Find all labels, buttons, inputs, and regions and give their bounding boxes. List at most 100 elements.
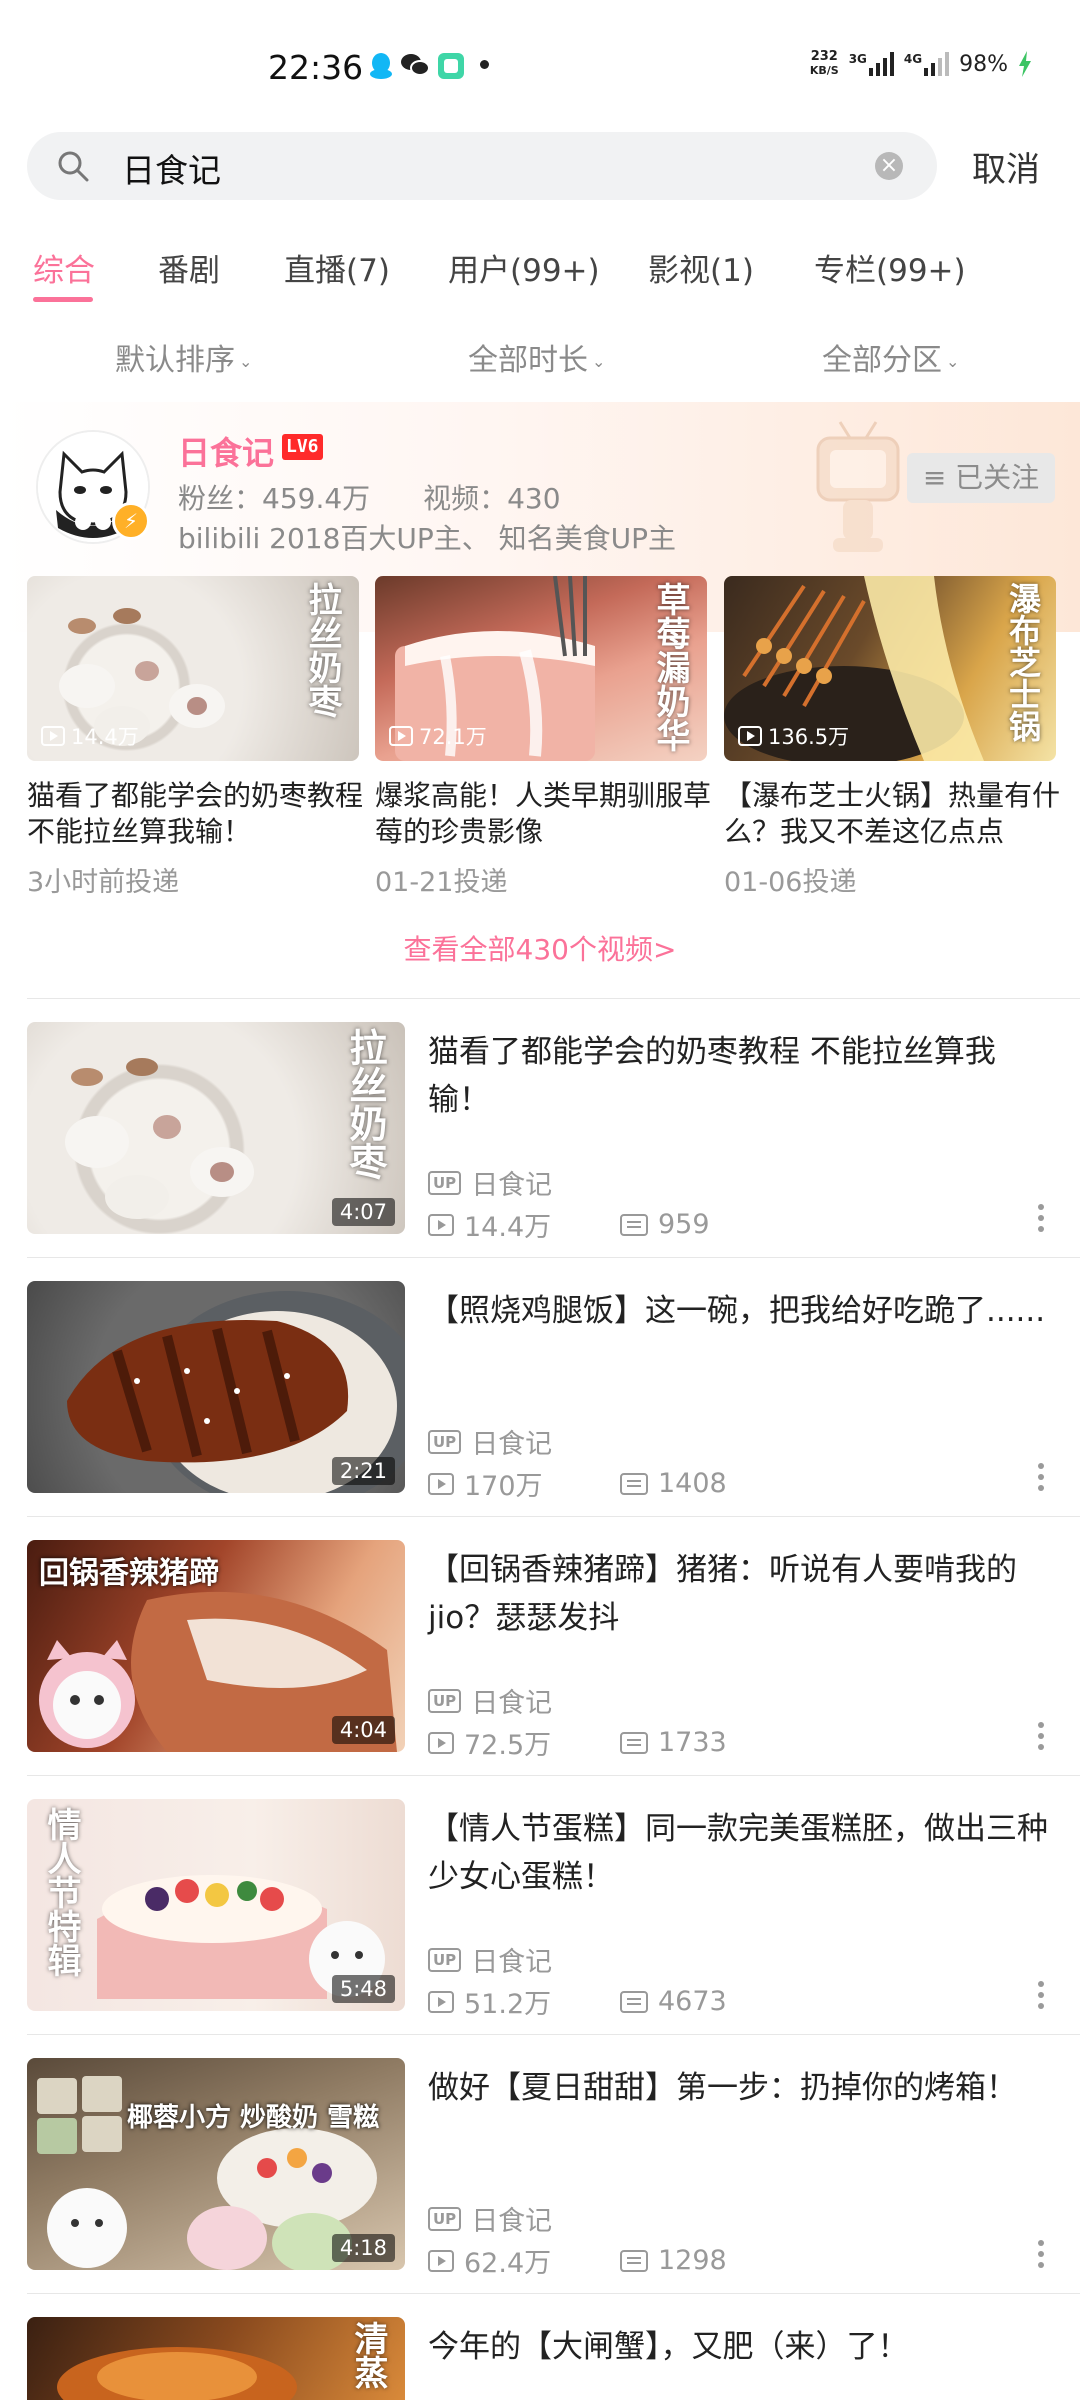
- divider: [27, 998, 1080, 999]
- app-notification-icon: [437, 52, 464, 79]
- play-count-icon: [428, 1213, 454, 1236]
- clear-search-icon[interactable]: ×: [875, 152, 903, 180]
- video-thumbnail[interactable]: 2:21: [27, 1281, 405, 1493]
- more-options-icon[interactable]: [1036, 1722, 1046, 1755]
- tab-users[interactable]: 用户(99+): [448, 245, 600, 290]
- more-options-icon[interactable]: [1036, 2240, 1046, 2273]
- video-title[interactable]: 今年的【大闸蟹】，又肥（来）了！: [428, 2323, 1048, 2371]
- video-duration: 4:07: [331, 1198, 395, 1226]
- danmaku-icon: [620, 1472, 648, 1495]
- video-thumbnail[interactable]: 拉丝奶枣 4:07: [27, 1022, 405, 1234]
- danmaku-icon: [620, 1213, 648, 1236]
- video-title[interactable]: 【回锅香辣猪蹄】猪猪：听说有人要啃我的jio？瑟瑟发抖: [428, 1546, 1048, 1642]
- more-options-icon[interactable]: [1036, 1204, 1046, 1237]
- battery-level: 98%: [959, 51, 1008, 77]
- video-thumbnail[interactable]: 回锅香辣猪蹄 4:04: [27, 1540, 405, 1752]
- video-stats: 51.2万 4673: [428, 1982, 727, 2021]
- up-badge-icon: UP: [428, 1170, 462, 1195]
- grid-video-time: 01-06投递: [724, 867, 857, 898]
- video-title[interactable]: 【情人节蛋糕】同一款完美蛋糕胚，做出三种少女心蛋糕！: [428, 1805, 1048, 1901]
- video-thumbnail[interactable]: 椰蓉小方 炒酸奶 雪糍 4:18: [27, 2058, 405, 2270]
- video-duration: 2:21: [331, 1457, 395, 1485]
- signal-1-icon: 3G: [849, 52, 894, 76]
- charging-icon: [1019, 51, 1031, 77]
- video-title[interactable]: 【照烧鸡腿饭】这一碗，把我给好吃跪了......: [428, 1287, 1048, 1335]
- grid-video-thumbnail[interactable]: 瀑布芝士锅 136.5万: [724, 576, 1056, 761]
- tab-articles[interactable]: 专栏(99+): [814, 245, 966, 290]
- grid-video-time: 01-21投递: [375, 867, 508, 898]
- search-box[interactable]: 日食记 ×: [27, 132, 937, 200]
- thumbnail-caption: 拉丝奶枣: [302, 582, 342, 718]
- up-badge-icon: UP: [428, 1947, 462, 1972]
- video-uploader[interactable]: UP 日食记: [428, 2199, 552, 2238]
- duration-filter[interactable]: 全部时长 ⌄: [468, 335, 605, 379]
- divider: [27, 1257, 1080, 1258]
- video-uploader[interactable]: UP 日食记: [428, 1681, 552, 1720]
- sort-filter[interactable]: 默认排序 ⌄: [115, 335, 252, 379]
- tv-mascot-icon: [816, 421, 900, 552]
- user-name[interactable]: 日食记: [178, 428, 274, 474]
- thumbnail-caption: 椰蓉小方 炒酸奶 雪糍: [127, 2103, 380, 2133]
- chevron-down-icon: ⌄: [239, 352, 253, 371]
- grid-video-title[interactable]: 爆浆高能！人类早期驯服草莓的珍贵影像: [375, 778, 715, 850]
- divider: [27, 2293, 1080, 2294]
- net-speed: 232 KB/S: [809, 49, 839, 78]
- play-count-icon: [428, 1990, 454, 2013]
- more-notifications-dot: [480, 60, 489, 69]
- more-options-icon[interactable]: [1036, 1981, 1046, 2014]
- video-duration: 4:04: [331, 1716, 395, 1744]
- search-input[interactable]: 日食记: [122, 144, 221, 192]
- video-stats: 62.4万 1298: [428, 2241, 727, 2280]
- tab-bangumi[interactable]: 番剧: [158, 245, 220, 290]
- more-options-icon[interactable]: [1036, 1463, 1046, 1496]
- grid-video-time: 3小时前投递: [27, 867, 180, 898]
- grid-video-views: 136.5万: [738, 721, 849, 751]
- up-badge-icon: UP: [428, 1429, 462, 1454]
- followed-button[interactable]: ≡ 已关注: [907, 453, 1055, 503]
- video-title[interactable]: 猫看了都能学会的奶枣教程 不能拉丝算我输！: [428, 1028, 1048, 1124]
- video-stats: 72.5万 1733: [428, 1723, 727, 1762]
- up-badge-icon: UP: [428, 2206, 462, 2231]
- divider: [27, 1775, 1080, 1776]
- video-uploader[interactable]: UP 日食记: [428, 1422, 552, 1461]
- wechat-icon: [400, 52, 430, 78]
- grid-video-title[interactable]: 猫看了都能学会的奶枣教程不能拉丝算我输！: [27, 778, 367, 850]
- thumbnail-caption: 拉丝奶枣: [343, 1028, 388, 1180]
- grid-video-thumbnail[interactable]: 拉丝奶枣 14.4万: [27, 576, 359, 761]
- view-all-videos-link[interactable]: 查看全部430个视频>: [0, 928, 1080, 968]
- tab-film[interactable]: 影视(1): [648, 245, 754, 290]
- play-count-icon: [428, 1731, 454, 1754]
- play-icon: [738, 726, 762, 746]
- video-stats: 14.4万 959: [428, 1205, 710, 1244]
- grid-video-thumbnail[interactable]: 草莓漏奶华 72.1万: [375, 576, 707, 761]
- video-title[interactable]: 做好【夏日甜甜】第一步：扔掉你的烤箱！: [428, 2064, 1048, 2112]
- play-count-icon: [428, 1472, 454, 1495]
- status-time: 22:36: [268, 48, 364, 87]
- play-icon: [389, 726, 413, 746]
- video-uploader[interactable]: UP 日食记: [428, 1163, 552, 1202]
- result-tabs: 综合 番剧 直播(7) 用户(99+) 影视(1) 专栏(99+): [0, 235, 1080, 305]
- category-filter[interactable]: 全部分区 ⌄: [822, 335, 959, 379]
- danmaku-icon: [620, 1731, 648, 1754]
- video-stats: 170万 1408: [428, 1464, 727, 1503]
- thumbnail-caption: 瀑布芝士锅: [1004, 582, 1042, 742]
- chevron-down-icon: ⌄: [592, 352, 606, 371]
- video-thumbnail[interactable]: 情人节特辑 5:48: [27, 1799, 405, 2011]
- video-count: 视频：430: [423, 482, 561, 515]
- video-duration: 5:48: [331, 1975, 395, 2003]
- grid-video-title[interactable]: 【瀑布芝士火锅】热量有什么？我又不差这亿点点: [724, 778, 1064, 850]
- cancel-button[interactable]: 取消: [972, 142, 1040, 191]
- thumbnail-caption: 清蒸: [348, 2321, 388, 2389]
- video-uploader[interactable]: UP 日食记: [428, 1940, 552, 1979]
- status-right: 232 KB/S 3G 4G 98%: [810, 50, 1032, 78]
- verified-icon: ⚡: [112, 502, 150, 540]
- thumbnail-caption: 草莓漏奶华: [650, 582, 690, 752]
- tab-all[interactable]: 综合: [33, 245, 95, 290]
- tab-live[interactable]: 直播(7): [284, 245, 390, 290]
- thumbnail-caption: 情人节特辑: [41, 1807, 81, 1977]
- signal-2-icon: 4G: [904, 52, 950, 76]
- divider: [27, 1516, 1080, 1517]
- grid-video-views: 14.4万: [41, 721, 139, 751]
- qq-icon: [368, 52, 394, 79]
- video-thumbnail[interactable]: 清蒸: [27, 2317, 405, 2400]
